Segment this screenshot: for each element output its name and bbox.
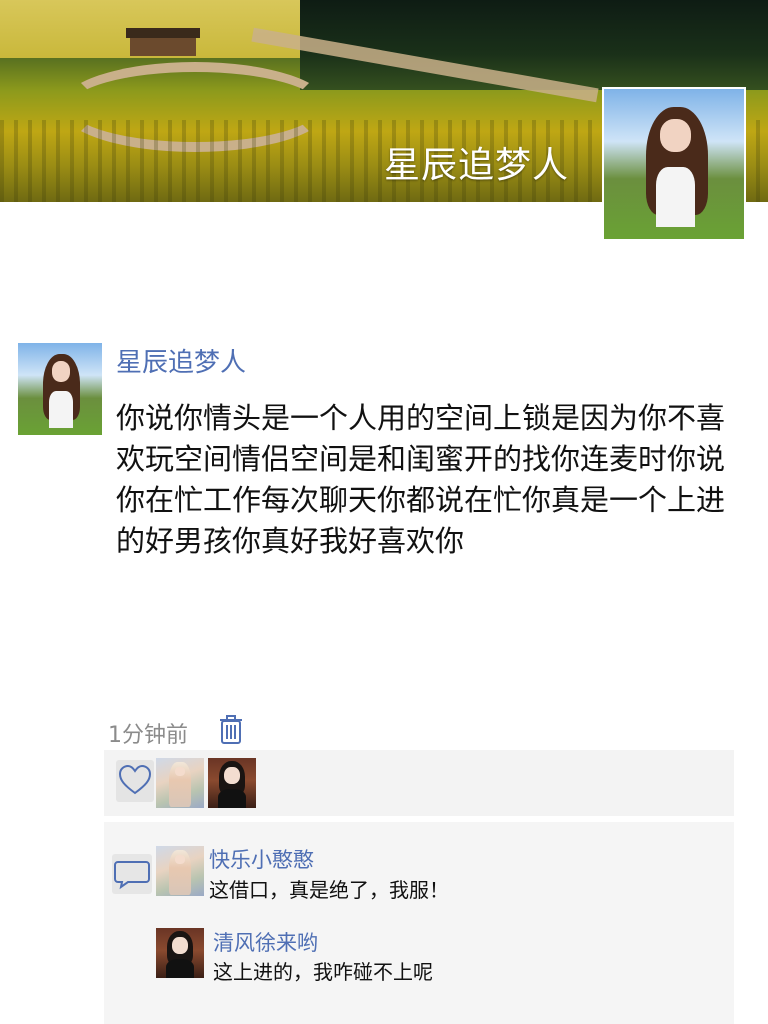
- comment-avatar[interactable]: [156, 846, 204, 896]
- comment-avatar-photo: [156, 846, 204, 896]
- comment-text: 这借口，真是绝了，我服！: [209, 878, 449, 902]
- comment-author[interactable]: 清风徐来哟: [213, 927, 318, 957]
- profile-title: 星辰追梦人: [384, 145, 570, 186]
- liker-avatar[interactable]: [208, 758, 256, 808]
- comment-avatar-face: [172, 937, 188, 954]
- post-avatar[interactable]: [18, 343, 102, 435]
- post-avatar-face: [51, 361, 71, 382]
- comment-text: 这上进的，我咋碰不上呢: [213, 960, 433, 984]
- post-author-name[interactable]: 星辰追梦人: [116, 342, 246, 379]
- liker-avatar-photo: [208, 758, 256, 808]
- comment-avatar[interactable]: [156, 928, 204, 978]
- heart-icon: [118, 764, 152, 795]
- comment-avatar-body: [165, 959, 195, 978]
- comment-button[interactable]: [112, 854, 152, 894]
- comments-panel: 快乐小憨憨 这借口，真是绝了，我服！ 清风徐来哟 这上进的，我咋碰不上呢: [104, 822, 734, 1024]
- liker-avatar-photo: [156, 758, 204, 808]
- post-timestamp: 1分钟前: [108, 723, 188, 748]
- portrait-photo: [604, 89, 744, 239]
- trash-icon[interactable]: [220, 715, 242, 745]
- comment-icon: [114, 861, 150, 890]
- banner-house: [126, 28, 200, 56]
- portrait-face: [660, 119, 691, 152]
- comment-author[interactable]: 快乐小憨憨: [209, 844, 314, 874]
- post-avatar-photo: [18, 343, 102, 435]
- post-avatar-dress: [49, 390, 73, 428]
- liker-body: [217, 789, 247, 808]
- post-text: 你说你情头是一个人用的空间上锁是因为你不喜欢玩空间情侣空间是和闺蜜开的找你连麦时…: [116, 401, 726, 558]
- comment-avatar-face: [175, 855, 185, 864]
- liker-avatar[interactable]: [156, 758, 204, 808]
- likes-panel: [104, 750, 734, 816]
- liker-face: [175, 767, 185, 776]
- profile-avatar[interactable]: [602, 87, 746, 241]
- liker-face: [224, 767, 240, 784]
- portrait-dress: [655, 167, 695, 227]
- comment-avatar-photo: [156, 928, 204, 978]
- like-button[interactable]: [116, 760, 154, 802]
